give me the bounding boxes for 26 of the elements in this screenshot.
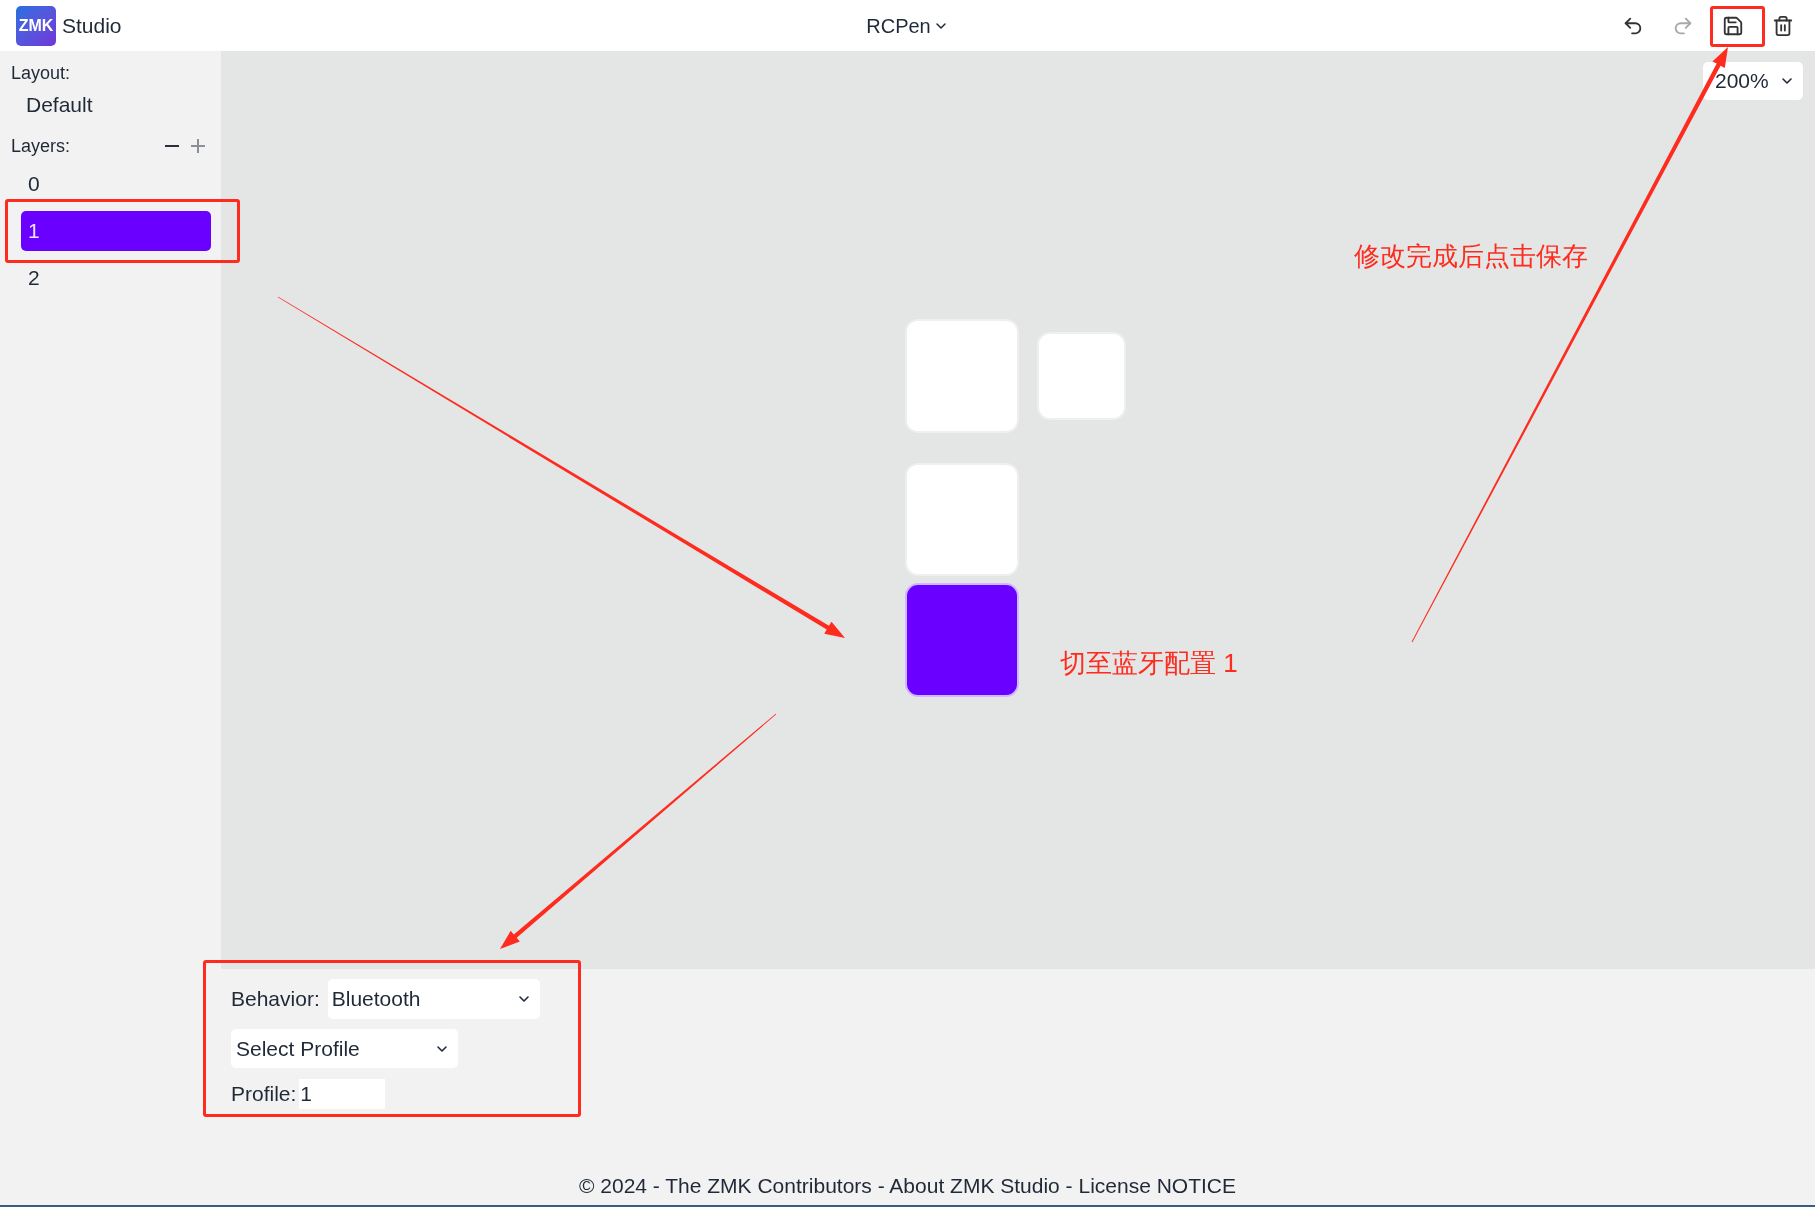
minus-icon xyxy=(165,145,179,147)
app-logo: ZMK xyxy=(16,5,56,46)
layout-label: Layout: xyxy=(10,62,72,84)
plus-icon xyxy=(191,139,205,153)
zoom-select[interactable]: 200% xyxy=(1703,62,1803,100)
profile-label: Profile: xyxy=(231,1081,297,1107)
annotation-note: 修改完成后点击保存 xyxy=(1354,240,1588,273)
trash-icon xyxy=(1772,14,1794,37)
layers-label: Layers: xyxy=(10,135,71,157)
keyboard-key[interactable] xyxy=(905,583,1019,697)
layout-value: Default xyxy=(25,92,94,118)
layer-item[interactable]: 1 xyxy=(21,211,211,251)
profile-input[interactable]: 1 xyxy=(299,1078,386,1109)
app-name: Studio xyxy=(62,12,122,39)
footer-text: © 2024 - The ZMK Contributors - About ZMK Studio - License NOTICE xyxy=(578,1173,1236,1199)
footer-link[interactable]: About ZMK Studio xyxy=(889,1174,1060,1197)
save-icon xyxy=(1722,14,1744,37)
layer-item[interactable]: 2 xyxy=(21,266,211,290)
annotation-note: 切至蓝牙配置 1 xyxy=(1060,647,1238,680)
behavior-select[interactable]: Bluetooth xyxy=(327,979,540,1019)
annotation-frame xyxy=(1710,6,1765,47)
command-select[interactable]: Select Profile xyxy=(231,1029,458,1068)
footer-link[interactable]: License NOTICE xyxy=(1078,1174,1236,1197)
behavior-label: Behavior: xyxy=(231,986,320,1013)
layer-item[interactable]: 0 xyxy=(21,172,211,196)
device-selector[interactable]: RCPen xyxy=(862,10,953,41)
